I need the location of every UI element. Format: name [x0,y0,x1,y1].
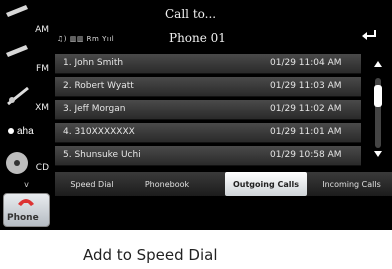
call-row[interactable]: 2. Robert Wyatt 01/29 11:03 AM [55,77,361,97]
call-name: 1. John Smith [63,58,124,68]
back-arrow-icon [362,30,376,40]
call-name: 4. 310XXXXXXX [63,127,135,137]
call-list: 1. John Smith 01/29 11:04 AM 2. Robert W… [55,54,361,170]
scrollbar[interactable] [365,54,392,170]
source-cd-label: CD [35,163,49,173]
source-phone-label: Phone [7,213,39,223]
header: ♫) ▥▥ Rm Yııl Call to... Phone 01 [53,0,392,54]
call-row[interactable]: 1. John Smith 01/29 11:04 AM [55,54,361,74]
call-name: 3. Jeff Morgan [63,104,126,114]
call-row[interactable]: 4. 310XXXXXXX 01/29 11:01 AM [55,123,361,143]
call-row[interactable]: 3. Jeff Morgan 01/29 11:02 AM [55,100,361,120]
call-time: 01/29 10:58 AM [270,150,342,160]
source-aha-button[interactable]: aha [0,118,53,147]
scroll-thumb[interactable] [374,85,382,108]
arrow-up-icon [374,61,382,67]
call-time: 01/29 11:01 AM [270,127,342,137]
source-am-button[interactable]: AM [0,0,53,40]
arrow-down-icon [374,151,382,157]
source-cd-button[interactable]: CD [0,147,53,178]
tab-phonebook[interactable]: Phonebook [129,172,205,196]
scroll-up-button[interactable] [369,60,387,72]
more-sources-button[interactable]: v [0,178,53,190]
call-name: 5. Shunsuke Uchi [63,150,141,160]
source-aha-label: aha [17,126,34,137]
source-fm-label: FM [36,64,49,74]
scroll-down-button[interactable] [369,150,387,162]
tab-speed-dial[interactable]: Speed Dial [55,172,129,196]
source-phone-button[interactable]: Phone [0,190,53,230]
head-unit-screen: AM FM XM aha CD v Phone ♫) ▥▥ Rm Yııl Ca… [0,0,392,230]
satellite-icon [7,86,29,106]
page-title: Call to... [165,7,217,21]
chevron-down-icon: v [24,179,29,189]
back-button[interactable] [353,21,385,45]
status-indicators: ♫) ▥▥ Rm Yııl [57,35,115,43]
phone-icon [18,199,34,206]
call-name: 2. Robert Wyatt [63,81,134,91]
aha-logo-icon [8,128,14,135]
call-time: 01/29 11:02 AM [270,104,342,114]
source-am-label: AM [35,25,49,35]
source-xm-label: XM [35,103,49,113]
call-time: 01/29 11:03 AM [270,81,342,91]
tab-bar: Speed Dial Phonebook Outgoing Calls Inco… [55,172,392,196]
tab-incoming-calls[interactable]: Incoming Calls [311,172,392,196]
device-name: Phone 01 [169,31,226,45]
antenna-icon [6,45,28,57]
tab-outgoing-calls[interactable]: Outgoing Calls [225,172,307,196]
call-row[interactable]: 5. Shunsuke Uchi 01/29 10:58 AM [55,146,361,166]
source-fm-button[interactable]: FM [0,40,53,79]
source-xm-button[interactable]: XM [0,79,53,118]
disc-icon [6,152,28,174]
call-time: 01/29 11:04 AM [270,58,342,68]
caption: Add to Speed Dial [83,246,218,264]
antenna-icon [6,5,28,17]
